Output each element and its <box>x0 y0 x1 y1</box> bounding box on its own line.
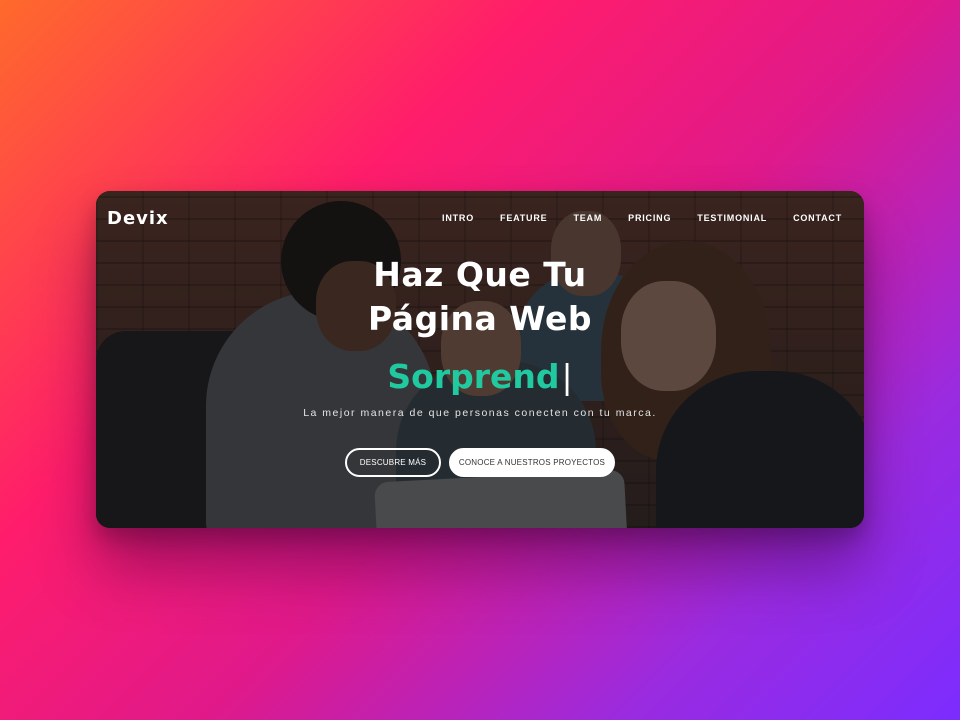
nav-item-feature[interactable]: FEATURE <box>500 213 547 223</box>
hero-headline: Haz Que Tu Página Web <box>96 253 864 341</box>
typing-cursor: | <box>561 357 573 396</box>
top-navigation: Devix INTRO FEATURE TEAM PRICING TESTIMO… <box>96 191 864 247</box>
view-projects-button[interactable]: CONOCE A NUESTROS PROYECTOS <box>449 448 615 477</box>
nav-item-team[interactable]: TEAM <box>573 213 602 223</box>
hero-buttons: DESCUBRE MÁS CONOCE A NUESTROS PROYECTOS <box>96 448 864 477</box>
brand-logo[interactable]: Devix <box>107 208 169 229</box>
typed-text-line: Sorprend| <box>96 355 864 399</box>
headline-line-1: Haz Que Tu <box>373 255 587 294</box>
nav-item-testimonial[interactable]: TESTIMONIAL <box>697 213 767 223</box>
hero-tagline: La mejor manera de que personas conecten… <box>303 407 657 419</box>
nav-item-pricing[interactable]: PRICING <box>628 213 671 223</box>
typed-word: Sorprend <box>387 357 560 396</box>
discover-more-button[interactable]: DESCUBRE MÁS <box>345 448 441 477</box>
headline-line-2: Página Web <box>368 299 592 338</box>
website-preview-card: Devix INTRO FEATURE TEAM PRICING TESTIMO… <box>96 191 864 528</box>
nav-menu: INTRO FEATURE TEAM PRICING TESTIMONIAL C… <box>442 213 842 223</box>
nav-item-contact[interactable]: CONTACT <box>793 213 842 223</box>
nav-item-intro[interactable]: INTRO <box>442 213 474 223</box>
